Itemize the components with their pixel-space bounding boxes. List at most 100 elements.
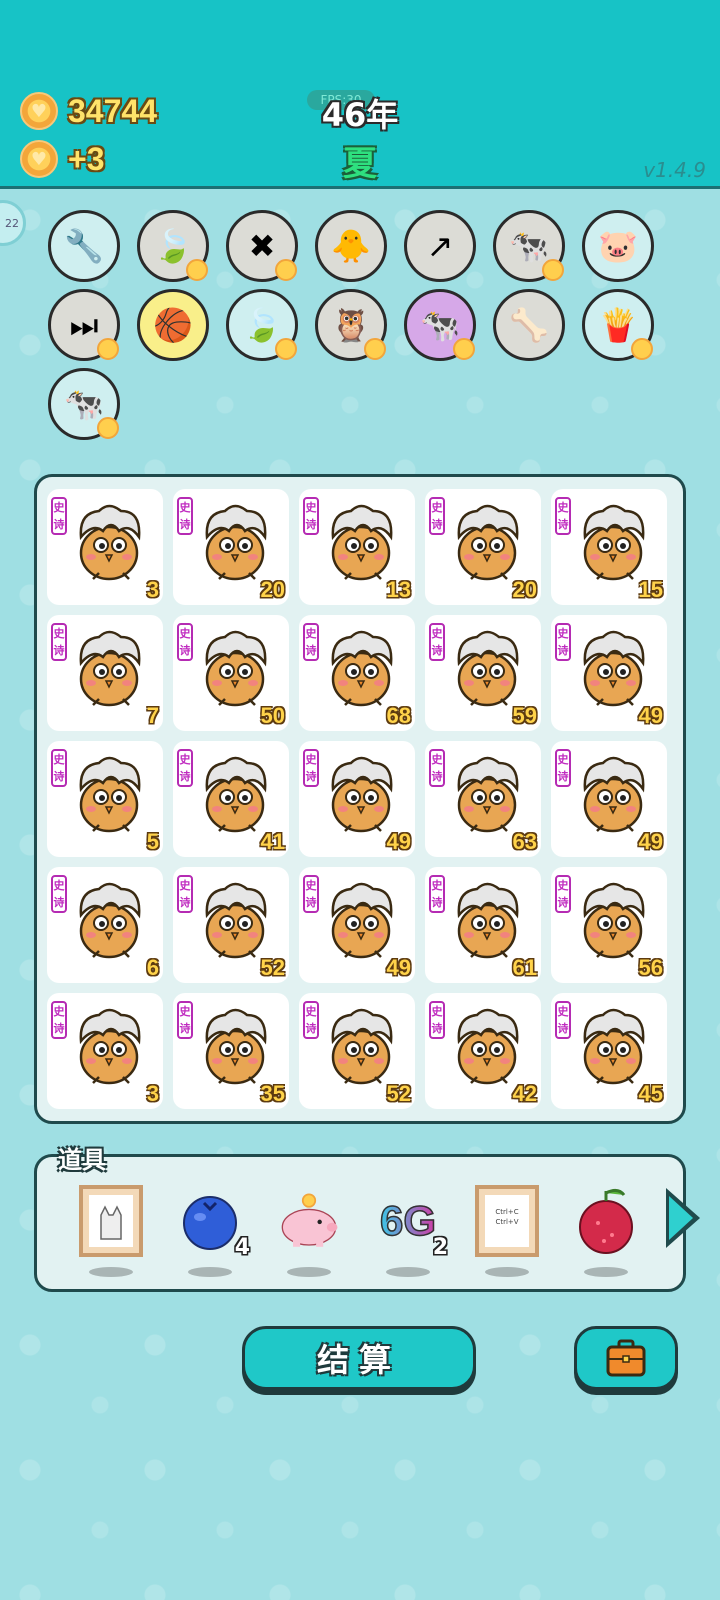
- tray-next-arrow-inner[interactable]: [669, 1196, 693, 1240]
- cow-pair-icon[interactable]: 🐄: [493, 210, 565, 282]
- cow-pair-icon[interactable]: 🐄: [48, 368, 120, 440]
- board-cell[interactable]: 史诗 52: [173, 867, 289, 983]
- item-shadow: [584, 1267, 628, 1277]
- silver-hair-chick-icon: [573, 627, 653, 715]
- board-cell[interactable]: 史诗 7: [47, 615, 163, 731]
- epic-rarity-tag: 史诗: [555, 875, 571, 913]
- cell-value: 49: [386, 829, 411, 854]
- board-cell[interactable]: 史诗 20: [425, 489, 541, 605]
- board-cell[interactable]: 史诗 49: [299, 741, 415, 857]
- board-cell[interactable]: 史诗 6: [47, 867, 163, 983]
- cell-value: 59: [512, 703, 537, 728]
- leaf-icon[interactable]: 🍃: [226, 289, 298, 361]
- silver-hair-chick-icon: [69, 753, 149, 841]
- silver-hair-chick-icon: [195, 753, 275, 841]
- board-cell[interactable]: 史诗 56: [551, 867, 667, 983]
- epic-rarity-tag: 史诗: [303, 1001, 319, 1039]
- coin-badge-icon: [542, 259, 564, 281]
- income-amount: +3: [68, 140, 105, 177]
- coin-badge-icon: [453, 338, 475, 360]
- silver-hair-chick-icon: [195, 879, 275, 967]
- settle-button[interactable]: 结算: [242, 1326, 476, 1390]
- epic-rarity-tag: 史诗: [51, 497, 67, 535]
- epic-rarity-tag: 史诗: [51, 1001, 67, 1039]
- board-cell[interactable]: 史诗 3: [47, 489, 163, 605]
- coin-badge-icon: [275, 259, 297, 281]
- blueberry-icon[interactable]: 4: [172, 1185, 250, 1281]
- item-shadow: [188, 1267, 232, 1277]
- air-pump-icon[interactable]: 🔧: [48, 210, 120, 282]
- board-cell[interactable]: 史诗 61: [425, 867, 541, 983]
- silver-hair-chick-icon: [321, 879, 401, 967]
- board-cell[interactable]: 史诗 50: [173, 615, 289, 731]
- leaf-icon[interactable]: 🍃: [137, 210, 209, 282]
- board-cell[interactable]: 史诗 35: [173, 993, 289, 1109]
- income-counter: ♥ +3: [20, 140, 104, 178]
- fries-icon[interactable]: 🍟: [582, 289, 654, 361]
- board-cell[interactable]: 史诗 45: [551, 993, 667, 1109]
- chick-egg-icon[interactable]: 🐥: [315, 210, 387, 282]
- board-cell[interactable]: 史诗 49: [299, 867, 415, 983]
- year-label: 46年: [321, 96, 399, 134]
- cell-value: 41: [260, 829, 285, 854]
- board-cell[interactable]: 史诗 3: [47, 993, 163, 1109]
- silver-hair-chick-icon: [69, 879, 149, 967]
- cell-value: 15: [638, 577, 663, 602]
- item-art: 6G: [376, 1185, 440, 1257]
- cell-value: 3: [146, 577, 159, 602]
- epic-rarity-tag: 史诗: [303, 749, 319, 787]
- cat-frame-icon[interactable]: [73, 1185, 149, 1281]
- item-shadow: [386, 1267, 430, 1277]
- remove-tag-icon[interactable]: ✖: [226, 210, 298, 282]
- board-cell[interactable]: 史诗 41: [173, 741, 289, 857]
- board-cell[interactable]: 史诗 42: [425, 993, 541, 1109]
- cell-value: 52: [386, 1081, 411, 1106]
- silver-hair-chick-icon: [321, 1005, 401, 1093]
- board-cell[interactable]: 史诗 68: [299, 615, 415, 731]
- item-art: [178, 1185, 242, 1257]
- basketballs-icon[interactable]: 🏀: [137, 289, 209, 361]
- 6g-icon[interactable]: 6G 2: [370, 1185, 448, 1281]
- epic-rarity-tag: 史诗: [177, 623, 193, 661]
- piggy-bank-icon[interactable]: [271, 1185, 347, 1281]
- epic-rarity-tag: 史诗: [177, 497, 193, 535]
- board-cell[interactable]: 史诗 5: [47, 741, 163, 857]
- epic-rarity-tag: 史诗: [555, 1001, 571, 1039]
- coin-badge-icon: [97, 417, 119, 439]
- season-label: 夏: [343, 144, 377, 184]
- cell-value: 6: [146, 955, 159, 980]
- epic-rarity-tag: 史诗: [429, 623, 445, 661]
- board-cell[interactable]: 史诗 13: [299, 489, 415, 605]
- upgrade-arrow-icon[interactable]: ↗: [404, 210, 476, 282]
- lychee-icon[interactable]: [568, 1185, 644, 1281]
- owl-pair-icon[interactable]: 🦉: [315, 289, 387, 361]
- board-cell[interactable]: 史诗 49: [551, 741, 667, 857]
- item-shadow: [89, 1267, 133, 1277]
- epic-rarity-tag: 史诗: [303, 497, 319, 535]
- board-cell[interactable]: 史诗 52: [299, 993, 415, 1109]
- piggy-bank-icon[interactable]: 🐷: [582, 210, 654, 282]
- cell-value: 50: [260, 703, 285, 728]
- board-cell[interactable]: 史诗 20: [173, 489, 289, 605]
- epic-rarity-tag: 史诗: [177, 749, 193, 787]
- board-cell[interactable]: 史诗 49: [551, 615, 667, 731]
- items-label: 道具: [58, 1146, 106, 1174]
- board-cell[interactable]: 史诗 15: [551, 489, 667, 605]
- copy-paste-frame-icon[interactable]: Ctrl+C Ctrl+V: [469, 1185, 545, 1281]
- silver-hair-chick-icon: [69, 501, 149, 589]
- skip-icon[interactable]: ⏭: [48, 289, 120, 361]
- silver-hair-chick-icon: [321, 501, 401, 589]
- bag-button[interactable]: [574, 1326, 678, 1390]
- cow-pair-icon[interactable]: 🐄: [404, 289, 476, 361]
- silver-hair-chick-icon: [321, 627, 401, 715]
- board-cell[interactable]: 史诗 63: [425, 741, 541, 857]
- coin-badge-icon: [275, 338, 297, 360]
- pet-bowl-icon[interactable]: 🦴: [493, 289, 565, 361]
- cell-value: 42: [512, 1081, 537, 1106]
- cell-value: 49: [386, 955, 411, 980]
- board-cell[interactable]: 史诗 59: [425, 615, 541, 731]
- silver-hair-chick-icon: [447, 1005, 527, 1093]
- item-shadow: [485, 1267, 529, 1277]
- coin-icon: ♥: [20, 140, 58, 178]
- cell-value: 49: [638, 703, 663, 728]
